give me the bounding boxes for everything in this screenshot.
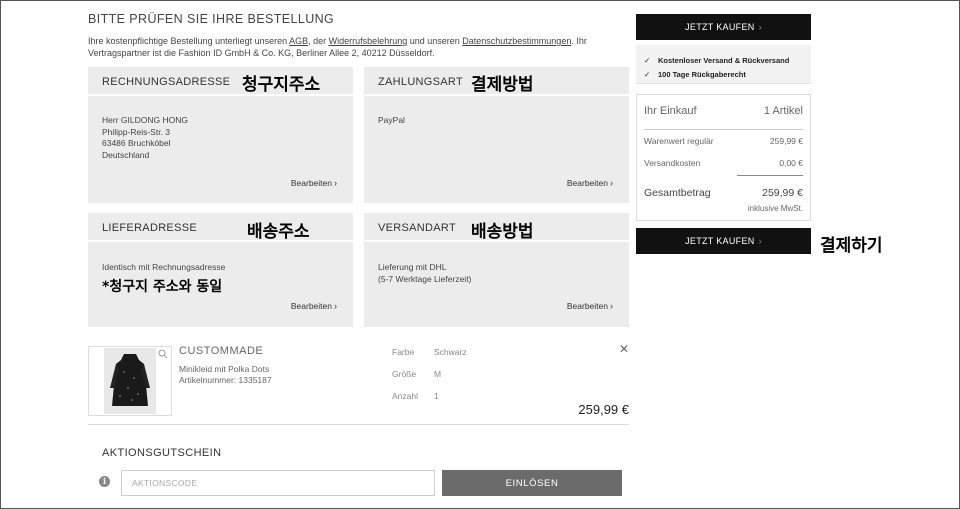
summary-row-goods: Warenwert regulär 259,99 € xyxy=(644,136,803,146)
delivery-header: LIEFERADRESSE xyxy=(88,213,353,242)
check-icon: ✓ xyxy=(644,70,651,79)
agb-link[interactable]: AGB xyxy=(289,36,308,46)
benefit-item: ✓ Kostenloser Versand & Rückversand xyxy=(644,56,789,65)
summary-divider xyxy=(644,129,803,130)
product-thumbnail[interactable] xyxy=(88,346,172,416)
summary-row-label: Versandkosten xyxy=(644,158,701,168)
summary-row-shipping: Versandkosten 0,00 € xyxy=(644,158,803,168)
payment-annotation: 결제방법 xyxy=(471,75,534,95)
billing-line: Deutschland xyxy=(102,149,150,160)
product-image xyxy=(104,348,156,414)
billing-annotation: 청구지주소 xyxy=(242,75,321,95)
shipping-edit-link[interactable]: Bearbeiten › xyxy=(567,301,613,311)
billing-line: Herr GILDONG HONG xyxy=(102,115,188,125)
summary-row-value: 259,99 € xyxy=(769,136,803,146)
billing-lines: Herr GILDONG HONG Philipp-Reis-Str. 3 63… xyxy=(102,115,188,161)
shipping-lines: Lieferung mit DHL (5-7 Werktage Lieferze… xyxy=(378,262,471,285)
summary-item-count: 1 Artikel xyxy=(763,105,803,117)
attr-color-label: Farbe xyxy=(392,347,415,357)
edit-label: Bearbeiten xyxy=(290,301,332,311)
magnifier-icon[interactable] xyxy=(158,349,168,361)
billing-edit-link[interactable]: Bearbeiten › xyxy=(291,178,337,188)
benefits-box: ✓ Kostenloser Versand & Rückversand ✓ 100 … xyxy=(636,45,811,84)
summary-total: Gesamtbetrag 259,99 € xyxy=(644,187,803,199)
chevron-right-icon: › xyxy=(610,301,613,311)
payment-title: ZAHLUNGSART xyxy=(378,76,463,88)
chevron-right-icon: › xyxy=(758,236,762,246)
delivery-lines: Identisch mit Rechnungsadresse xyxy=(102,262,225,274)
shipping-annotation: 배송방법 xyxy=(471,222,534,242)
edit-label: Bearbeiten xyxy=(566,301,608,311)
benefit-label: 100 Tage Rückgaberecht xyxy=(658,70,746,79)
delivery-note-annotation: *청구지 주소와 동일 xyxy=(102,279,223,295)
product-article-number: Artikelnummer: 1335187 xyxy=(179,375,272,385)
voucher-code-input[interactable] xyxy=(121,470,435,496)
voucher-title: AKTIONSGUTSCHEIN xyxy=(102,447,222,459)
product-description: Minikleid mit Polka Dots Artikelnummer: … xyxy=(179,364,272,386)
chevron-right-icon: › xyxy=(334,301,337,311)
notice-text: und unseren xyxy=(407,36,463,46)
chevron-right-icon: › xyxy=(758,22,762,32)
buy-now-button-top[interactable]: JETZT KAUFEN › xyxy=(636,14,811,40)
billing-title: RECHNUNGSADRESSE xyxy=(102,76,231,88)
chevron-right-icon: › xyxy=(334,178,337,188)
billing-line: Philipp-Reis-Str. 3 xyxy=(102,126,171,137)
product-price: 259,99 € xyxy=(578,402,629,417)
edit-label: Bearbeiten xyxy=(290,178,332,188)
summary-row-label: Warenwert regulär xyxy=(644,136,714,146)
payment-line: PayPal xyxy=(378,115,405,125)
pay-annotation: 결제하기 xyxy=(820,236,883,256)
benefit-label: Kostenloser Versand & Rückversand xyxy=(658,56,790,65)
summary-total-label: Gesamtbetrag xyxy=(644,187,711,199)
buy-label: JETZT KAUFEN xyxy=(685,236,755,246)
attr-quantity-label: Anzahl xyxy=(392,391,418,401)
vat-note: inklusive MwSt. xyxy=(747,204,803,213)
attr-size-value: M xyxy=(434,369,442,379)
attr-size-label: Größe xyxy=(392,369,417,379)
product-name: Minikleid mit Polka Dots xyxy=(179,364,270,374)
attr-quantity-value: 1 xyxy=(434,391,439,401)
billing-line: 63486 Bruchköbel xyxy=(102,138,171,148)
page-title: BITTE PRÜFEN SIE IHRE BESTELLUNG xyxy=(88,12,335,26)
legal-notice: Ihre kostenpflichtige Bestellung unterli… xyxy=(88,35,618,59)
shipping-title: VERSANDART xyxy=(378,222,456,234)
payment-edit-link[interactable]: Bearbeiten › xyxy=(567,178,613,188)
info-icon[interactable]: i xyxy=(99,476,110,487)
delivery-annotation: 배송주소 xyxy=(247,222,310,242)
edit-label: Bearbeiten xyxy=(566,178,608,188)
payment-lines: PayPal xyxy=(378,115,405,127)
divider xyxy=(88,424,629,425)
buy-label: JETZT KAUFEN xyxy=(685,22,755,32)
chevron-right-icon: › xyxy=(610,178,613,188)
check-icon: ✓ xyxy=(644,56,651,65)
delivery-title: LIEFERADRESSE xyxy=(102,222,197,234)
attr-color-value: Schwarz xyxy=(434,347,467,357)
widerruf-link[interactable]: Widerrufsbelehrung xyxy=(329,36,408,46)
shipping-line: (5-7 Werktage Lieferzeit) xyxy=(378,273,472,284)
delivery-line: Identisch mit Rechnungsadresse xyxy=(102,262,226,272)
delivery-edit-link[interactable]: Bearbeiten › xyxy=(291,301,337,311)
order-summary: Ihr Einkauf 1 Artikel Warenwert regulär 25… xyxy=(636,94,811,221)
datenschutz-link[interactable]: Datenschutzbestimmungen xyxy=(462,36,571,46)
shipping-line: Lieferung mit DHL xyxy=(378,262,447,272)
product-brand[interactable]: CUSTOMMADE xyxy=(179,345,263,357)
close-icon[interactable]: ✕ xyxy=(619,342,629,356)
notice-text: Ihre kostenpflichtige Bestellung unterli… xyxy=(88,36,290,46)
benefit-item: ✓ 100 Tage Rückgaberecht xyxy=(644,70,746,79)
notice-text: , der xyxy=(308,36,329,46)
delivery-address-box: LIEFERADRESSE Identisch mit Rechnungsadr… xyxy=(88,213,353,327)
summary-header: Ihr Einkauf 1 Artikel xyxy=(644,105,803,117)
summary-row-value: 0,00 € xyxy=(779,158,803,168)
summary-head-label: Ihr Einkauf xyxy=(644,105,697,117)
summary-total-value: 259,99 € xyxy=(762,187,803,199)
buy-now-button-bottom[interactable]: JETZT KAUFEN › xyxy=(636,228,811,254)
summary-total-divider xyxy=(737,175,803,176)
redeem-button[interactable]: EINLÖSEN xyxy=(442,470,622,496)
